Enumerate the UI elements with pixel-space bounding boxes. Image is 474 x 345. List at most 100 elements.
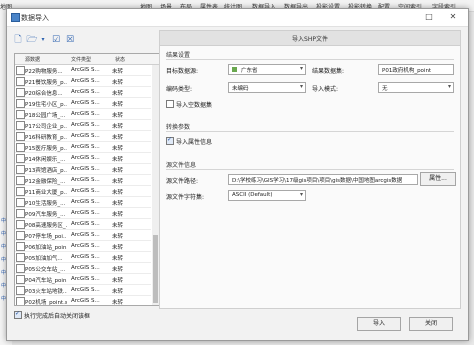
row-checkbox[interactable]	[16, 264, 25, 273]
settings-panel: 结果设置 目标数据源: 广东省 ▾ 结果数据集: P01政府机构_point 编…	[159, 45, 461, 309]
target-db-value: 广东省	[241, 68, 258, 74]
row-file-type: ArcGIS S...	[71, 144, 100, 150]
row-checkbox[interactable]	[16, 66, 25, 75]
row-source-name: P16科研教育_p...	[25, 135, 67, 141]
auto-close-checkbox[interactable]: ✓	[14, 310, 22, 319]
row-checkbox[interactable]	[16, 143, 25, 152]
row-checkbox[interactable]	[16, 176, 25, 185]
charset-select[interactable]: ASCII (Default) ▾	[228, 190, 306, 201]
row-checkbox[interactable]	[16, 165, 25, 174]
list-item[interactable]: P13宾馆酒店_p... ArcGIS S... 未转	[15, 164, 151, 175]
chevron-down-icon: ▾	[299, 65, 303, 72]
row-checkbox[interactable]	[16, 187, 25, 196]
divider	[166, 131, 454, 132]
list-header: 源数据 文件类型 状态	[15, 54, 159, 65]
list-item[interactable]: P12金融保险_... ArcGIS S... 未转	[15, 175, 151, 186]
empty-dataset-checkbox[interactable]	[166, 100, 174, 108]
invert-select-icon[interactable]: ☒	[64, 34, 76, 46]
row-source-name: P08高速服务区_...	[25, 223, 67, 229]
add-folder-icon[interactable]: 🗁	[26, 34, 38, 46]
list-item[interactable]: P16科研教育_p... ArcGIS S... 未转	[15, 131, 151, 142]
import-button[interactable]: 导入	[357, 317, 401, 331]
row-checkbox[interactable]	[16, 132, 25, 141]
properties-button[interactable]: 属性...	[420, 172, 456, 186]
list-scrollbar[interactable]	[152, 65, 159, 305]
list-item[interactable]: P08高速服务区_... ArcGIS S... 未转	[15, 219, 151, 230]
list-item[interactable]: P10生活服务_... ArcGIS S... 未转	[15, 197, 151, 208]
row-state: 未转	[112, 201, 124, 207]
import-attributes-checkbox[interactable]: ✓	[166, 136, 174, 145]
row-file-type: ArcGIS S...	[71, 210, 100, 216]
row-source-name: P20综合信息...	[25, 91, 63, 97]
close-button[interactable]: 关闭	[409, 317, 453, 331]
list-item[interactable]: P06加油站_poin... ArcGIS S... 未转	[15, 241, 151, 252]
list-item[interactable]: P14休闲娱乐_... ArcGIS S... 未转	[15, 153, 151, 164]
row-source-name: P06加油站_poin...	[25, 245, 67, 251]
row-checkbox[interactable]	[16, 286, 25, 295]
target-db-select[interactable]: 广东省 ▾	[228, 64, 306, 75]
maximize-icon[interactable]: □	[423, 11, 435, 23]
close-icon[interactable]: ✕	[447, 11, 459, 23]
row-state: 未转	[112, 113, 124, 119]
list-item[interactable]: P02机场_point.s... ArcGIS S... 未转	[15, 296, 151, 306]
column-state[interactable]: 状态	[115, 56, 125, 63]
import-mode-select[interactable]: 无 ▾	[378, 82, 454, 93]
source-path-label: 源文件路径:	[166, 178, 199, 185]
row-state: 未转	[112, 278, 124, 284]
row-checkbox[interactable]	[16, 88, 25, 97]
result-dataset-field[interactable]: P01政府机构_point	[378, 64, 454, 75]
row-source-name: P12金融保险_...	[25, 179, 66, 185]
list-item[interactable]: P05公交车站_... ArcGIS S... 未转	[15, 263, 151, 274]
row-source-name: P04汽车站_poin...	[25, 278, 67, 284]
row-checkbox[interactable]	[16, 110, 25, 119]
source-path-field[interactable]: D:\学校练习\GIS学习\17级gis项目\项目\gis数据\中国地图arcg…	[228, 174, 418, 185]
dialog-titlebar[interactable]: 数据导入 □ ✕	[7, 9, 468, 27]
data-import-dialog: 数据导入 □ ✕ 🗋 🗁 ▾ ☑ ☒ 源数据 文件类型 状态 P22购物服务..…	[6, 8, 469, 341]
row-source-name: P21餐饮服务_p...	[25, 80, 67, 86]
list-item[interactable]: P22购物服务... ArcGIS S... 未转	[15, 65, 151, 76]
row-file-type: ArcGIS S...	[71, 254, 100, 260]
row-checkbox[interactable]	[16, 275, 25, 284]
list-item[interactable]: P18公园广场_... ArcGIS S... 未转	[15, 109, 151, 120]
row-source-name: P02机场_point.s...	[25, 300, 67, 306]
row-checkbox[interactable]	[16, 198, 25, 207]
list-item[interactable]: P15医疗服务_p... ArcGIS S... 未转	[15, 142, 151, 153]
row-checkbox[interactable]	[16, 121, 25, 130]
row-checkbox[interactable]	[16, 99, 25, 108]
encoding-select[interactable]: 未编码 ▾	[228, 82, 306, 93]
row-state: 未转	[112, 267, 124, 273]
chevron-down-icon[interactable]: ▾	[40, 34, 46, 46]
scrollbar-thumb[interactable]	[153, 235, 158, 303]
list-item[interactable]: P04汽车站_poin... ArcGIS S... 未转	[15, 274, 151, 285]
list-item[interactable]: P19住宅小区_p... ArcGIS S... 未转	[15, 98, 151, 109]
row-checkbox[interactable]	[16, 242, 25, 251]
row-checkbox[interactable]	[16, 209, 25, 218]
row-checkbox[interactable]	[16, 154, 25, 163]
list-item[interactable]: P09汽车服务_... ArcGIS S... 未转	[15, 208, 151, 219]
result-dataset-value: P01政府机构_point	[382, 68, 432, 74]
row-checkbox[interactable]	[16, 297, 25, 305]
row-checkbox[interactable]	[16, 77, 25, 86]
right-panel-header: 导入SHP文件	[159, 30, 461, 46]
list-item[interactable]: P03火车站地铁... ArcGIS S... 未转	[15, 285, 151, 296]
list-item[interactable]: P17公司企业_p... ArcGIS S... 未转	[15, 120, 151, 131]
row-checkbox[interactable]	[16, 231, 25, 240]
row-checkbox[interactable]	[16, 220, 25, 229]
list-item[interactable]: P07停车场_poi... ArcGIS S... 未转	[15, 230, 151, 241]
list-item[interactable]: P11商业大厦_p... ArcGIS S... 未转	[15, 186, 151, 197]
row-checkbox[interactable]	[16, 253, 25, 262]
row-file-type: ArcGIS S...	[71, 287, 100, 293]
row-source-name: P18公园广场_...	[25, 113, 66, 119]
row-source-name: P09汽车服务_...	[25, 212, 66, 218]
row-file-type: ArcGIS S...	[71, 199, 100, 205]
select-all-icon[interactable]: ☑	[50, 34, 62, 46]
list-rows: P22购物服务... ArcGIS S... 未转 P21餐饮服务_p... ArcGI…	[15, 65, 151, 306]
list-item[interactable]: P21餐饮服务_p... ArcGIS S... 未转	[15, 76, 151, 87]
list-item[interactable]: P05加油加气... ArcGIS S... 未转	[15, 252, 151, 263]
chevron-down-icon: ▾	[299, 83, 303, 90]
column-type[interactable]: 文件类型	[71, 56, 91, 63]
list-item[interactable]: P20综合信息... ArcGIS S... 未转	[15, 87, 151, 98]
row-state: 未转	[112, 190, 124, 196]
column-source[interactable]: 源数据	[25, 56, 40, 63]
add-file-icon[interactable]: 🗋	[12, 34, 24, 46]
